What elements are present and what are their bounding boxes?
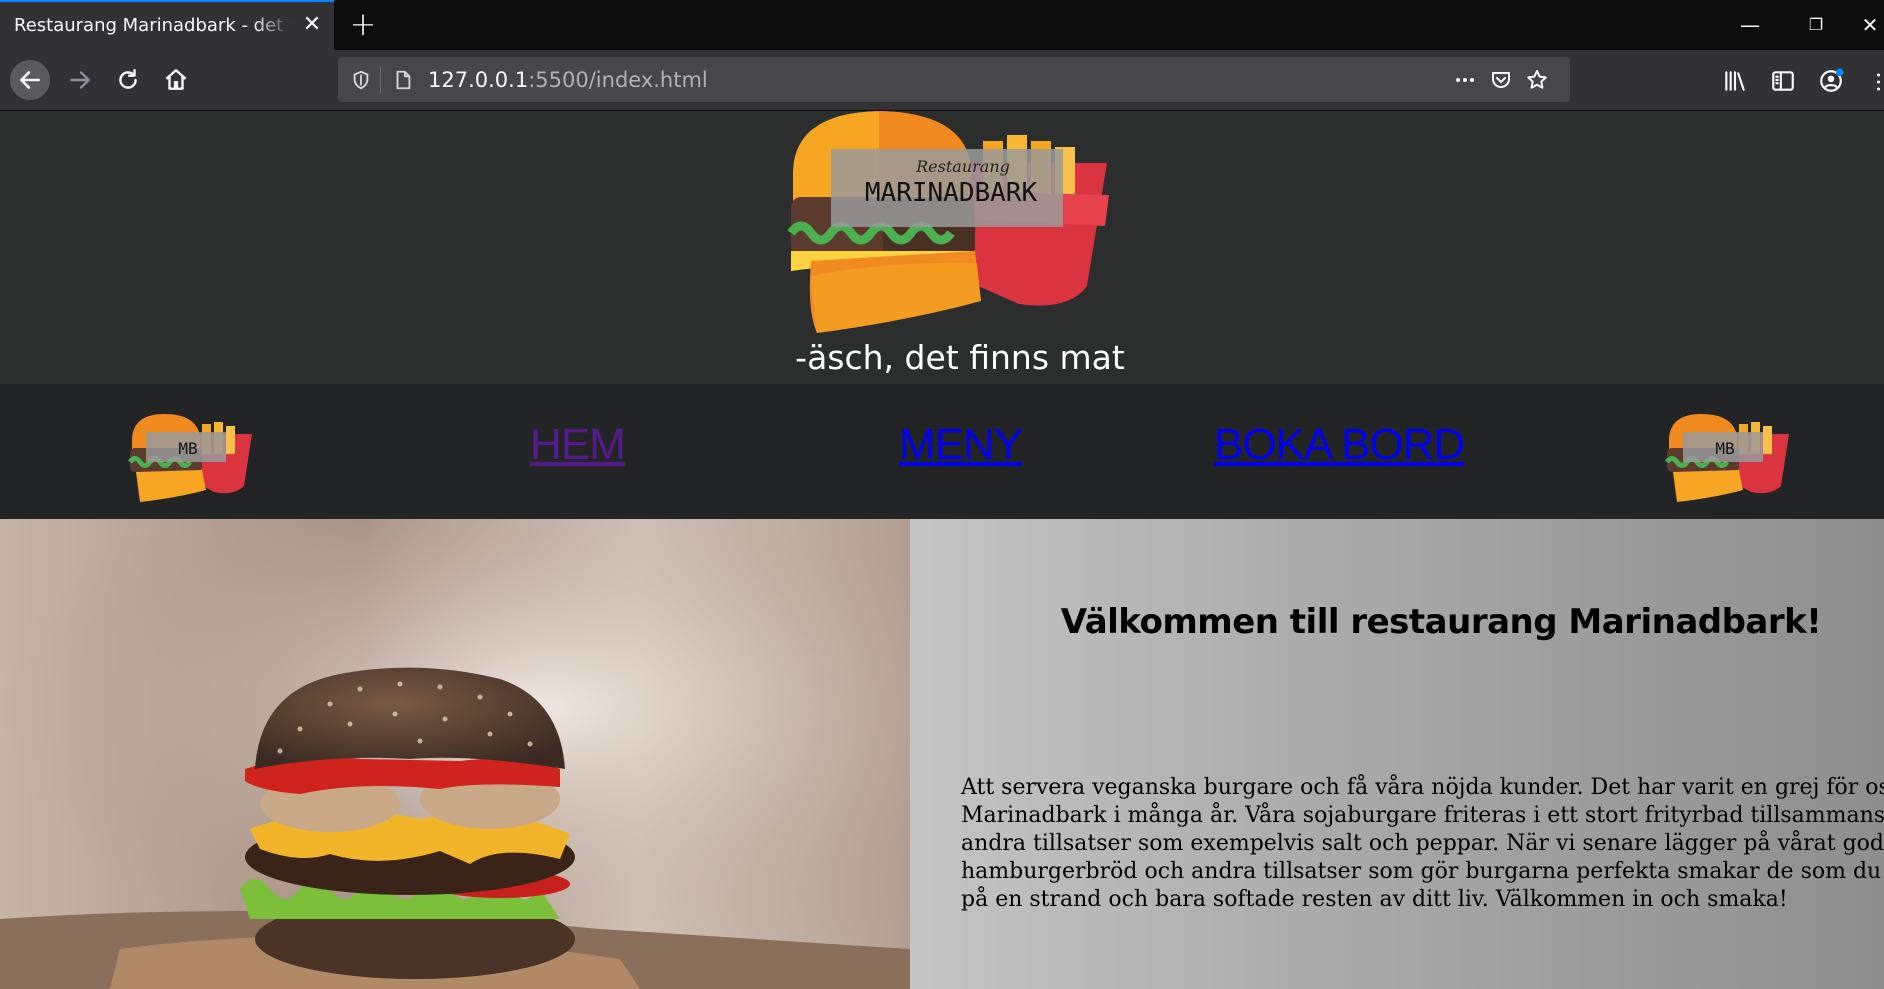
library-icon[interactable] bbox=[1722, 68, 1748, 94]
tab-strip: Restaurang Marinadbark - det vegansk ✕ +… bbox=[0, 0, 1884, 50]
bookmark-star-icon[interactable] bbox=[1524, 67, 1550, 93]
more-actions-icon[interactable] bbox=[1452, 67, 1478, 93]
arrow-right-icon bbox=[70, 71, 90, 89]
page-icon[interactable] bbox=[390, 67, 416, 93]
welcome-title: Välkommen till restaurang Marinadbark! bbox=[1060, 602, 1822, 642]
url-host: 127.0.0.1 bbox=[428, 68, 529, 92]
mini-logo-right: MB bbox=[1664, 414, 1789, 502]
mini-logo-left: MB bbox=[127, 414, 252, 502]
burger-photo bbox=[0, 519, 910, 989]
minimize-button[interactable]: — bbox=[1730, 10, 1770, 40]
home-icon bbox=[165, 69, 187, 90]
reload-icon bbox=[119, 69, 137, 89]
mini-logo-text: MB bbox=[178, 439, 197, 458]
shield-icon[interactable] bbox=[348, 67, 374, 93]
nav-link-hem[interactable]: HEM bbox=[530, 420, 626, 470]
arrow-left-icon bbox=[20, 71, 40, 89]
pocket-icon[interactable] bbox=[1488, 67, 1514, 93]
welcome-panel: Välkommen till restaurang Marinadbark! A… bbox=[910, 519, 1884, 989]
url-divider bbox=[380, 67, 381, 93]
url-bar[interactable]: 127.0.0.1:5500/index.html bbox=[338, 57, 1570, 102]
web-page: Restaurang MARINADBARK -äsch, det finns … bbox=[0, 111, 1884, 989]
new-tab-button[interactable]: + bbox=[346, 8, 380, 42]
logo-big-text: MARINADBARK bbox=[865, 178, 1038, 208]
close-window-button[interactable]: ✕ bbox=[1856, 10, 1884, 40]
sidebar-icon[interactable] bbox=[1770, 68, 1796, 94]
restore-button[interactable]: ❐ bbox=[1796, 10, 1836, 40]
mini-logo-text-right: MB bbox=[1715, 439, 1734, 458]
nav-toolbar: 127.0.0.1:5500/index.html bbox=[0, 50, 1884, 111]
restaurant-logo[interactable]: Restaurang MARINADBARK bbox=[787, 111, 1123, 336]
active-tab[interactable]: Restaurang Marinadbark - det vegansk ✕ bbox=[0, 0, 334, 50]
reload-button[interactable] bbox=[108, 60, 148, 100]
logo-small-text: Restaurang bbox=[915, 157, 1010, 176]
welcome-body: Att servera veganska burgare och få våra… bbox=[961, 775, 1884, 912]
site-header: Restaurang MARINADBARK -äsch, det finns … bbox=[0, 111, 1884, 384]
forward-button[interactable] bbox=[60, 60, 100, 100]
site-tagline: -äsch, det finns mat bbox=[795, 338, 1125, 377]
back-button[interactable] bbox=[10, 60, 50, 100]
url-text[interactable]: 127.0.0.1:5500/index.html bbox=[428, 68, 708, 92]
nav-link-meny[interactable]: MENY bbox=[899, 420, 1023, 470]
account-icon[interactable] bbox=[1818, 68, 1844, 94]
tab-title: Restaurang Marinadbark - det vegansk bbox=[14, 15, 292, 36]
close-icon[interactable]: ✕ bbox=[300, 13, 324, 37]
overflow-menu-icon[interactable] bbox=[1877, 70, 1880, 94]
hero-burger-image bbox=[0, 519, 910, 989]
home-button[interactable] bbox=[156, 60, 196, 100]
site-nav: MB HEM MENY BOKA BORD MB bbox=[0, 384, 1884, 519]
url-path: :5500/index.html bbox=[528, 68, 708, 92]
nav-link-boka-bord[interactable]: BOKA BORD bbox=[1214, 420, 1465, 470]
